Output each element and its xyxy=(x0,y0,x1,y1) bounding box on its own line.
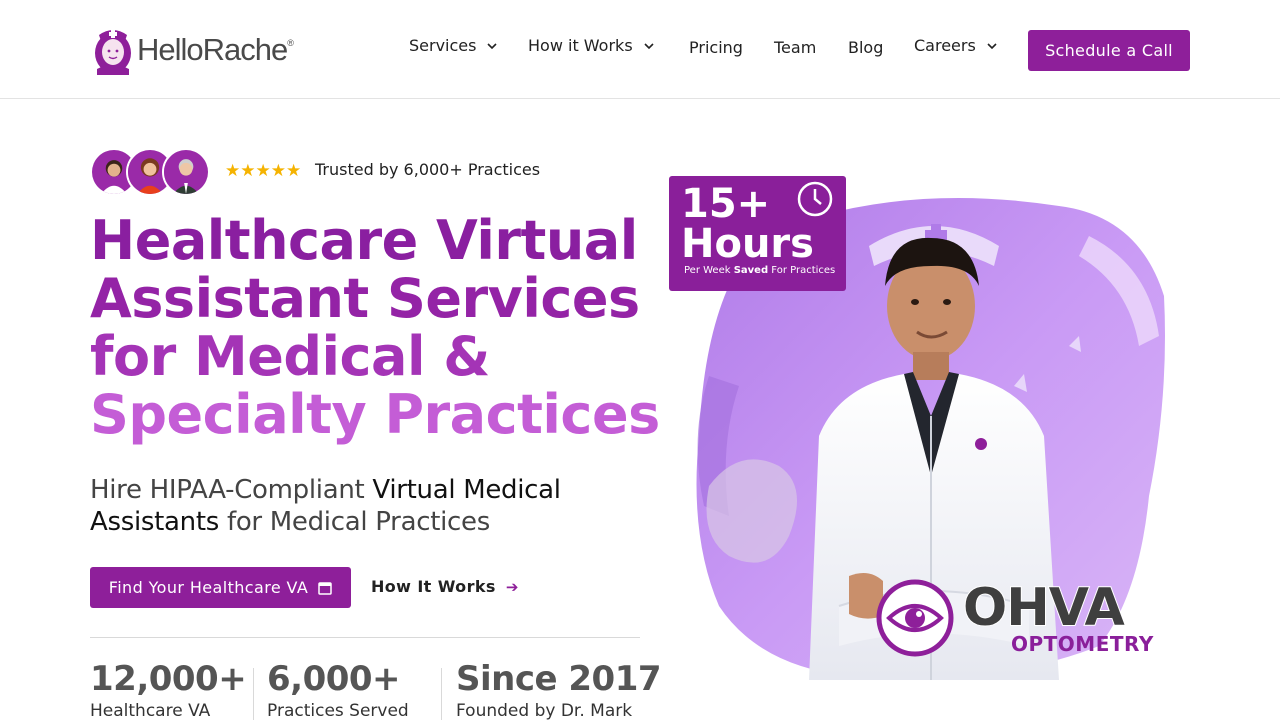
stat-separator xyxy=(441,668,442,720)
star-icon: ★ xyxy=(286,161,302,181)
find-healthcare-va-button[interactable]: Find Your Healthcare VA xyxy=(90,567,351,608)
badge-number: 15+ xyxy=(681,181,771,227)
subhead-part3: Assistants xyxy=(90,507,219,537)
headline-line-2: Assistant Services xyxy=(90,267,640,330)
nav-services[interactable]: Services xyxy=(409,36,498,55)
stat-label: Healthcare VA xyxy=(90,701,211,720)
site-header: HelloRache® Services How it Works Pricin… xyxy=(0,0,1280,99)
find-va-label: Find Your Healthcare VA xyxy=(108,578,309,597)
stat-label: Practices Served xyxy=(267,701,409,720)
trusted-text: Trusted by 6,000+ Practices xyxy=(315,160,541,179)
nav-team-label: Team xyxy=(774,38,817,57)
star-icon: ★ xyxy=(225,161,241,181)
stats-divider xyxy=(90,637,640,638)
hero-subheadline: Hire HIPAA-Compliant Virtual Medical Assi… xyxy=(90,474,650,538)
nav-blog[interactable]: Blog xyxy=(848,38,883,57)
logo-wordmark: HelloRache® xyxy=(137,32,294,67)
hours-saved-badge: 15+ Hours Per Week Saved For Practices xyxy=(669,176,846,291)
stat-founded: Since 2017 Founded by Dr. Mark xyxy=(456,658,662,720)
star-icon: ★ xyxy=(270,161,286,181)
subhead-part4: for Medical Practices xyxy=(219,507,490,537)
ohva-optometry-logo: OHVA OPTOMETRY xyxy=(875,578,1154,658)
how-it-works-link[interactable]: How It Works ➔ xyxy=(371,577,519,596)
arrow-right-icon: ➔ xyxy=(505,577,519,596)
nav-team[interactable]: Team xyxy=(774,38,816,57)
stat-practices-served: 6,000+ Practices Served xyxy=(267,658,409,720)
nav-blog-label: Blog xyxy=(848,38,884,57)
star-icon: ★ xyxy=(240,161,256,181)
badge-caption: Per Week Saved For Practices xyxy=(684,265,836,276)
calendar-icon xyxy=(318,581,332,595)
ohva-wordmark: OHVA OPTOMETRY xyxy=(962,578,1154,656)
avatar xyxy=(162,148,210,196)
nav-pricing-label: Pricing xyxy=(689,38,743,57)
nav-how-it-works[interactable]: How it Works xyxy=(528,36,655,55)
stat-value: 6,000+ xyxy=(267,659,401,699)
nav-services-label: Services xyxy=(409,36,477,55)
schedule-call-button[interactable]: Schedule a Call xyxy=(1028,30,1190,71)
hellorache-logo[interactable]: HelloRache® xyxy=(92,25,294,75)
subhead-part2: Virtual Medical xyxy=(372,475,561,505)
how-it-works-label: How It Works xyxy=(371,577,496,596)
stat-label: Founded by Dr. Mark xyxy=(456,701,633,720)
eye-icon xyxy=(876,579,954,657)
headline-line-3: for Medical & xyxy=(90,325,490,388)
stat-separator xyxy=(253,668,254,720)
chevron-down-icon xyxy=(644,42,654,49)
nurse-logo-icon xyxy=(95,30,131,75)
nav-how-label: How it Works xyxy=(528,36,633,55)
chevron-down-icon xyxy=(487,42,498,49)
nav-careers-label: Careers xyxy=(914,36,976,55)
reviewer-avatars xyxy=(90,148,210,196)
badge-unit: Hours xyxy=(681,221,814,267)
nav-careers[interactable]: Careers xyxy=(914,36,998,55)
nav-pricing[interactable]: Pricing xyxy=(689,38,743,57)
hero-headline: Healthcare Virtual Assistant Services fo… xyxy=(90,212,660,444)
clock-icon xyxy=(797,181,833,217)
stat-value: Since 2017 xyxy=(456,659,662,699)
subhead-part1: Hire HIPAA-Compliant xyxy=(90,475,373,505)
headline-line-4: Specialty Practices xyxy=(90,383,660,446)
ohva-subtitle: OPTOMETRY xyxy=(1011,632,1154,656)
rating-stars: ★ ★ ★ ★ ★ xyxy=(225,163,301,180)
ohva-title: OHVA xyxy=(962,578,1126,638)
stat-healthcare-va: 12,000+ Healthcare VA xyxy=(90,658,247,720)
star-icon: ★ xyxy=(255,161,271,181)
chevron-down-icon xyxy=(987,42,997,49)
headline-line-1: Healthcare Virtual xyxy=(90,209,638,272)
stat-value: 12,000+ xyxy=(90,659,247,699)
